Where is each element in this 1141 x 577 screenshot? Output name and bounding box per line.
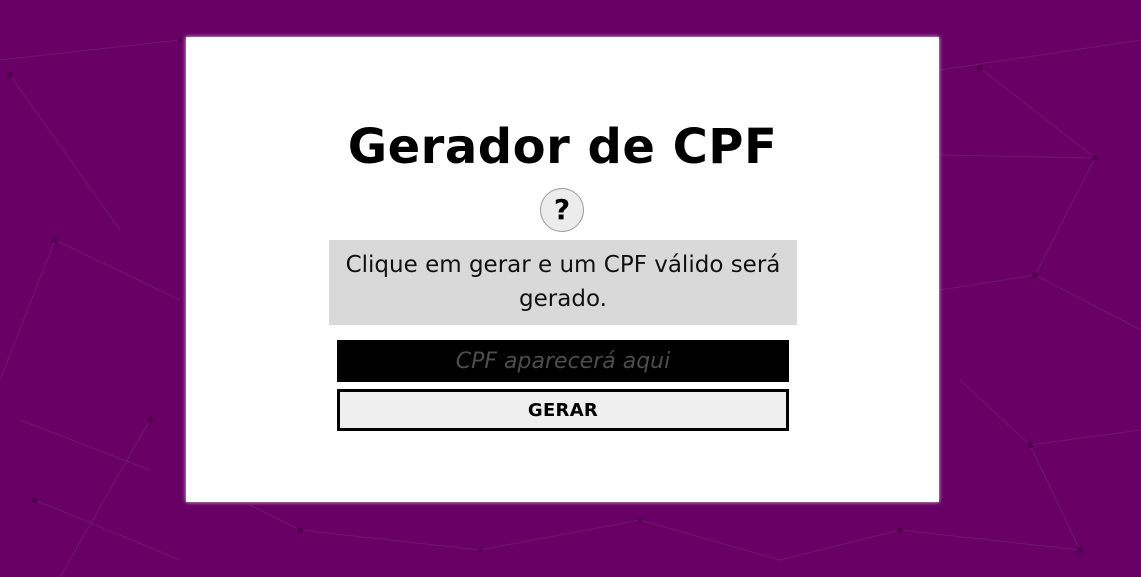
- cpf-output-field[interactable]: [337, 340, 789, 382]
- generate-button[interactable]: GERAR: [337, 389, 789, 431]
- question-mark-icon: ?: [553, 193, 571, 226]
- instructions-text: Clique em gerar e um CPF válido será ger…: [345, 252, 781, 312]
- instructions-box: Clique em gerar e um CPF válido será ger…: [329, 240, 797, 325]
- page-title: Gerador de CPF: [347, 119, 778, 175]
- help-button[interactable]: ?: [540, 188, 584, 232]
- generator-card: Gerador de CPF ? Clique em gerar e um CP…: [186, 37, 939, 502]
